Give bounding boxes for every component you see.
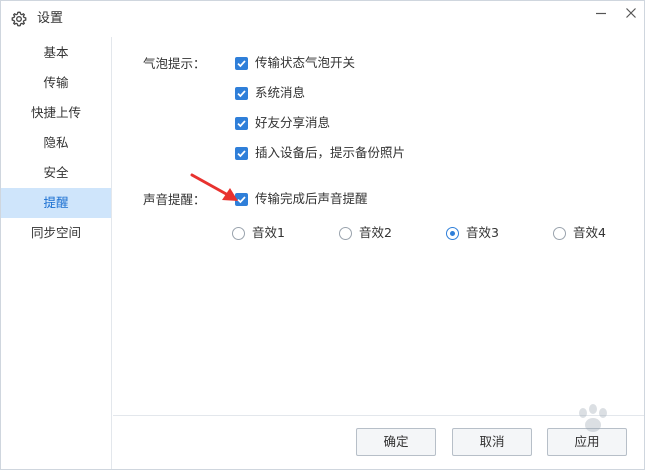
checkbox-checked[interactable] xyxy=(235,56,248,70)
sound-effect-1-radio[interactable]: 音效1 xyxy=(232,225,285,241)
bubble-system-message-option[interactable]: 系统消息 xyxy=(235,85,305,101)
sidebar-item-sync-space[interactable]: 同步空间 xyxy=(1,218,111,248)
annotation-arrow-icon xyxy=(190,173,238,201)
minimize-button[interactable] xyxy=(587,3,615,25)
sound-transfer-complete-option[interactable]: 传输完成后声音提醒 xyxy=(235,191,368,207)
sidebar-item-reminder[interactable]: 提醒 xyxy=(1,188,111,218)
close-button[interactable] xyxy=(617,3,645,25)
ok-button[interactable]: 确定 xyxy=(356,428,436,456)
option-label: 插入设备后，提示备份照片 xyxy=(255,145,406,160)
option-label: 系统消息 xyxy=(255,85,306,100)
radio-button[interactable] xyxy=(553,226,566,240)
sound-effect-3-radio[interactable]: 音效3 xyxy=(446,225,499,241)
sound-effect-2-radio[interactable]: 音效2 xyxy=(339,225,392,241)
close-icon xyxy=(625,7,637,22)
option-label: 传输完成后声音提醒 xyxy=(255,191,368,206)
gear-icon xyxy=(11,11,27,27)
radio-label: 音效2 xyxy=(359,225,392,240)
sidebar-item-security[interactable]: 安全 xyxy=(1,158,111,188)
radio-button[interactable] xyxy=(339,226,352,240)
window-title: 设置 xyxy=(37,11,64,26)
bubble-device-backup-option[interactable]: 插入设备后，提示备份照片 xyxy=(235,145,405,161)
checkbox-checked[interactable] xyxy=(235,146,248,160)
checkbox-checked[interactable] xyxy=(235,86,248,100)
minimize-icon xyxy=(595,7,607,22)
title-bar: 设置 xyxy=(1,1,644,37)
radio-label: 音效3 xyxy=(466,225,499,240)
check-icon xyxy=(237,59,246,67)
sidebar-item-quick-upload[interactable]: 快捷上传 xyxy=(1,98,111,128)
settings-window: 设置 基本 传输 快捷上传 隐私 安全 提醒 同步空间 气泡提示： 传输状态气泡… xyxy=(0,0,645,470)
sidebar-item-basic[interactable]: 基本 xyxy=(1,38,111,68)
sidebar: 基本 传输 快捷上传 隐私 安全 提醒 同步空间 xyxy=(1,37,112,469)
radio-label: 音效1 xyxy=(252,225,285,240)
radio-button[interactable] xyxy=(232,226,245,240)
option-label: 传输状态气泡开关 xyxy=(255,55,356,70)
sidebar-item-transfer[interactable]: 传输 xyxy=(1,68,111,98)
sound-effect-4-radio[interactable]: 音效4 xyxy=(553,225,606,241)
bubble-transfer-status-option[interactable]: 传输状态气泡开关 xyxy=(235,55,355,71)
checkbox-checked[interactable] xyxy=(235,116,248,130)
watermark-paw-icon xyxy=(579,404,607,432)
check-icon xyxy=(237,149,246,157)
bubble-friend-share-option[interactable]: 好友分享消息 xyxy=(235,115,330,131)
radio-button-selected[interactable] xyxy=(446,226,459,240)
bubble-section-label: 气泡提示： xyxy=(143,56,206,71)
radio-label: 音效4 xyxy=(573,225,606,240)
check-icon xyxy=(237,89,246,97)
option-label: 好友分享消息 xyxy=(255,115,331,130)
check-icon xyxy=(237,119,246,127)
sidebar-item-privacy[interactable]: 隐私 xyxy=(1,128,111,158)
